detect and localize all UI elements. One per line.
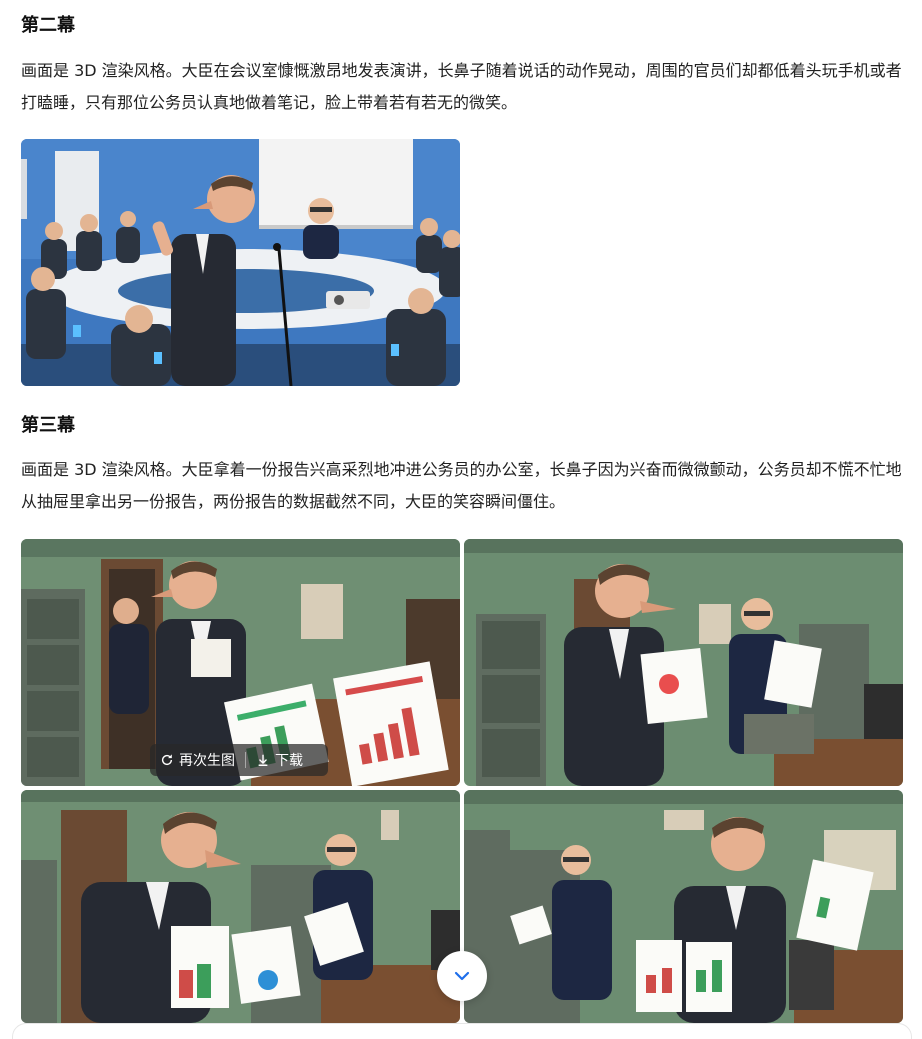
generated-image-office-3[interactable] [21, 790, 460, 1023]
meeting-room-illustration [21, 139, 460, 386]
section-title-act-2: 第二幕 [21, 15, 75, 36]
generated-image-office-4[interactable] [464, 790, 903, 1023]
office-illustration-2 [464, 539, 903, 786]
section-description-act-3: 画面是 3D 渲染风格。大臣拿着一份报告兴高采烈地冲进公务员的办公室，长鼻子因为… [21, 460, 902, 511]
download-label: 下载 [275, 753, 303, 769]
regenerate-button[interactable]: 再次生图 [150, 744, 245, 776]
image-action-toolbar: 再次生图 下载 [150, 744, 328, 776]
regenerate-label: 再次生图 [179, 753, 235, 769]
download-icon [258, 754, 268, 766]
office-illustration-3 [21, 790, 460, 1023]
generated-image-office-2[interactable] [464, 539, 903, 786]
section-title-act-3: 第三幕 [21, 415, 75, 436]
download-button[interactable]: 下载 [246, 744, 313, 776]
generated-image-meeting[interactable] [21, 139, 460, 386]
refresh-icon [161, 754, 173, 766]
section-description-act-2: 画面是 3D 渲染风格。大臣在会议室慷慨激昂地发表演讲，长鼻子随着说话的动作晃动… [21, 61, 902, 112]
office-illustration-4 [464, 790, 903, 1023]
chevron-down-icon [454, 971, 470, 981]
chat-input-area[interactable] [12, 1023, 912, 1039]
chat-message-content: 第二幕 画面是 3D 渲染风格。大臣在会议室慷慨激昂地发表演讲，长鼻子随着说话的… [0, 0, 922, 1039]
scroll-to-bottom-button[interactable] [437, 951, 487, 1001]
